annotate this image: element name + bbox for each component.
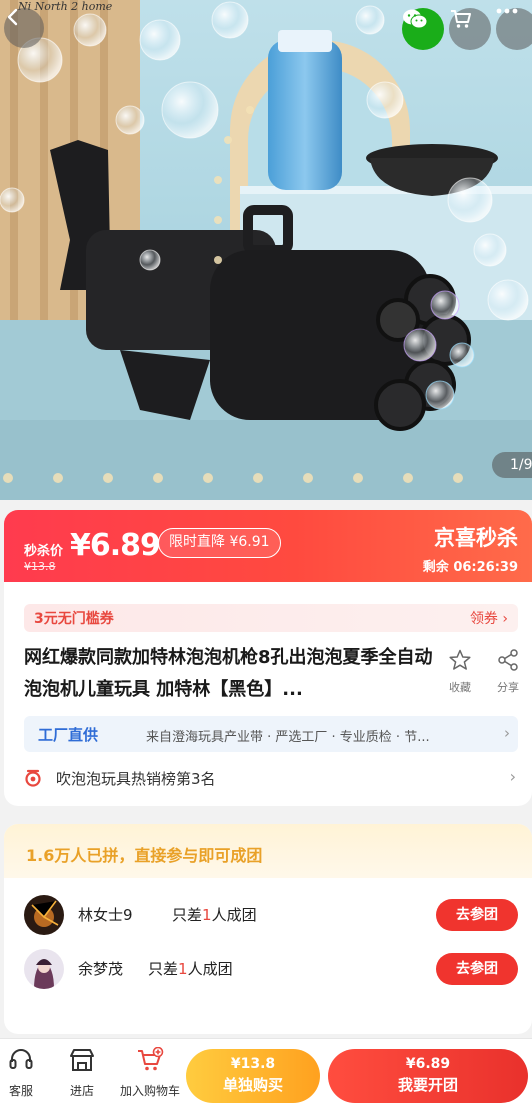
coupon-bar[interactable]: 3元无门槛券 领券 › xyxy=(24,604,518,632)
back-arrow-icon xyxy=(7,8,18,26)
rank-badge-icon xyxy=(25,769,41,787)
star-icon xyxy=(449,649,471,670)
group-row: 林女士9 只差1人成团 去参团 xyxy=(4,888,532,942)
add-to-cart-label: 加入购物车 xyxy=(119,1084,180,1098)
limited-discount-tag: 限时直降 ¥6.91 xyxy=(158,528,281,558)
customer-service-button[interactable]: 客服 xyxy=(6,1047,36,1099)
flash-sale-title: 京喜秒杀 xyxy=(434,526,518,550)
product-image-carousel[interactable]: Ni North 2 home 1/9 xyxy=(0,0,532,500)
follow-button[interactable]: 收藏 xyxy=(440,648,480,695)
hot-rank-text: 吹泡泡玩具热销榜第3名 xyxy=(56,770,216,788)
share-button[interactable]: 分享 xyxy=(488,648,528,695)
group-label: 我要开团 xyxy=(397,1076,458,1094)
follow-label: 收藏 xyxy=(449,681,471,694)
cart-icon xyxy=(451,10,471,28)
group-need-text: 只差1人成团 xyxy=(148,960,233,978)
enter-shop-button[interactable]: 进店 xyxy=(64,1047,100,1099)
group-buy-header: 1.6万人已拼，直接参与即可成团 xyxy=(4,824,532,878)
group-price: ¥6.89 xyxy=(405,1056,451,1072)
back-button[interactable] xyxy=(4,8,44,48)
sale-price: ¥6.89 xyxy=(70,528,161,563)
flash-sale-price-bar: 秒杀价 ¥13.8 ¥6.89 限时直降 ¥6.91 京喜秒杀 剩余 06:26… xyxy=(4,510,532,582)
original-price: ¥13.8 xyxy=(24,560,56,573)
enter-shop-label: 进店 xyxy=(69,1084,94,1098)
join-group-button[interactable]: 去参团 xyxy=(436,899,518,931)
product-info-card: 3元无门槛券 领券 › 网红爆款同款加特林泡泡机枪8孔出泡泡夏季全自动泡泡机儿童… xyxy=(4,582,532,806)
sale-price-label: 秒杀价 xyxy=(24,544,64,559)
coupon-label: 3元无门槛券 xyxy=(34,611,114,627)
avatar xyxy=(24,895,64,935)
factory-direct-tag: 工厂直供 xyxy=(38,726,99,744)
headset-icon xyxy=(9,1049,33,1069)
group-user-name: 余梦茂 xyxy=(78,960,124,978)
wechat-icon xyxy=(403,9,428,29)
customer-service-label: 客服 xyxy=(8,1084,33,1098)
group-need-text: 只差1人成团 xyxy=(172,906,257,924)
share-icon xyxy=(498,649,518,671)
factory-direct-bar[interactable]: 工厂直供 来自澄海玩具产业带 · 严选工厂 · 专业质检 · 节... › xyxy=(24,716,518,752)
chevron-right-icon: › xyxy=(509,767,516,786)
join-group-button[interactable]: 去参团 xyxy=(436,953,518,985)
shop-icon xyxy=(70,1049,94,1071)
solo-label: 单独购买 xyxy=(222,1076,283,1094)
solo-price: ¥13.8 xyxy=(230,1056,276,1072)
chevron-right-icon: › xyxy=(504,724,510,742)
group-buy-card: 1.6万人已拼，直接参与即可成团 林女士9 只差1人成团 去参团 余梦茂 只差1… xyxy=(4,824,532,1034)
hot-rank-row[interactable]: 吹泡泡玩具热销榜第3名 › xyxy=(24,764,518,792)
more-button[interactable] xyxy=(496,8,532,50)
get-coupon-link[interactable]: 领券 › xyxy=(470,608,508,628)
cart-add-icon xyxy=(138,1046,164,1071)
cart-button[interactable] xyxy=(449,8,491,50)
share-label: 分享 xyxy=(497,681,519,694)
group-count-text: 1.6万人已拼，直接参与即可成团 xyxy=(26,846,263,865)
group-user-name: 林女士9 xyxy=(78,906,133,924)
start-group-button[interactable]: ¥6.89 我要开团 xyxy=(328,1049,528,1103)
countdown-timer: 剩余 06:26:39 xyxy=(422,560,518,575)
image-counter: 1/9 xyxy=(492,452,532,478)
add-to-cart-button[interactable]: 加入购物车 xyxy=(114,1046,186,1099)
wechat-share-button[interactable] xyxy=(402,8,444,50)
product-title: 网红爆款同款加特林泡泡机枪8孔出泡泡夏季全自动泡泡机儿童玩具 加特林【黑色】..… xyxy=(24,647,433,700)
buy-solo-button[interactable]: ¥13.8 单独购买 xyxy=(186,1049,320,1103)
product-photo xyxy=(0,0,532,500)
avatar xyxy=(24,949,64,989)
product-page: Ni North 2 home 1/9 秒杀价 ¥13.8 ¥6.89 限时直降… xyxy=(0,0,532,1112)
bottom-action-bar: 客服 进店 加入购物车 ¥13.8 单独购买 ¥6.89 我要开团 xyxy=(0,1038,532,1112)
group-row: 余梦茂 只差1人成团 去参团 xyxy=(4,942,532,996)
more-dots-icon xyxy=(496,8,518,14)
factory-description: 来自澄海玩具产业带 · 严选工厂 · 专业质检 · 节... xyxy=(146,730,430,745)
